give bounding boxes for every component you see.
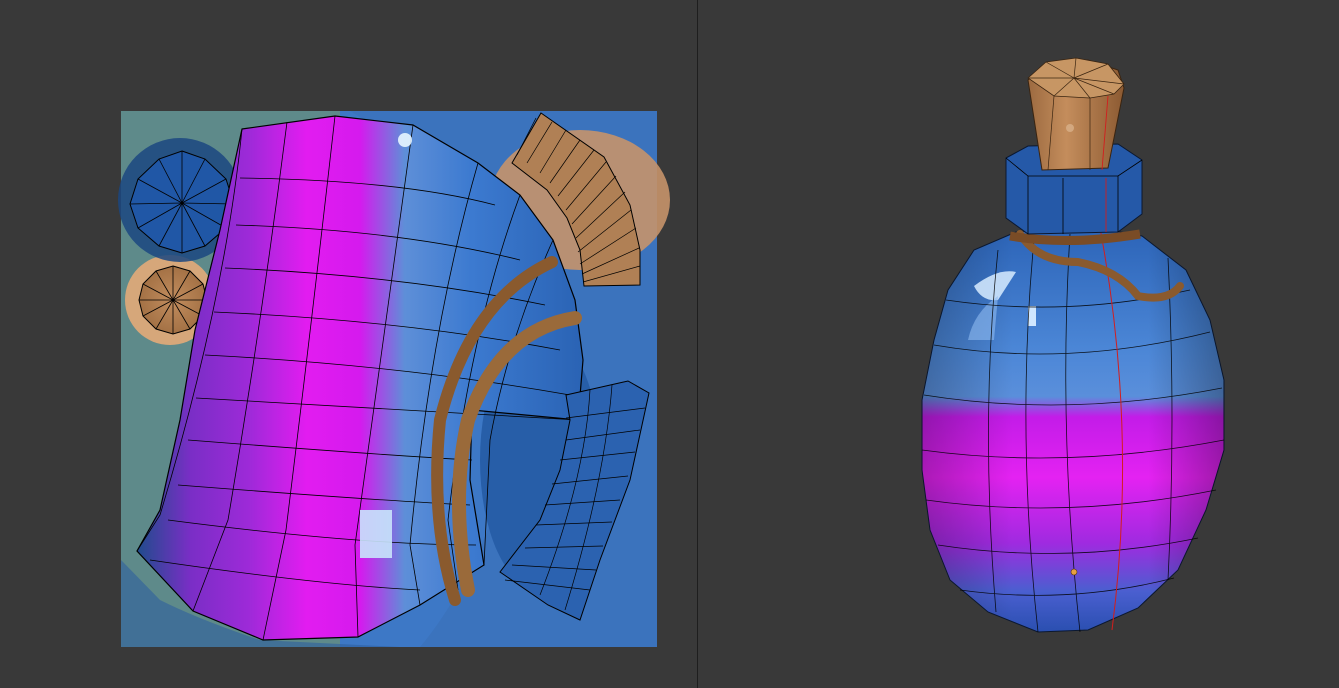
uv-editor-canvas[interactable] (0, 0, 697, 688)
object-origin-dot (1070, 568, 1078, 576)
bottle-cork[interactable] (1027, 57, 1125, 171)
potion-bottle-model[interactable] (921, 57, 1225, 633)
uv-editor-pane[interactable] (0, 0, 697, 688)
3d-viewport-pane[interactable] (698, 0, 1339, 688)
3d-viewport-canvas[interactable] (698, 0, 1339, 688)
